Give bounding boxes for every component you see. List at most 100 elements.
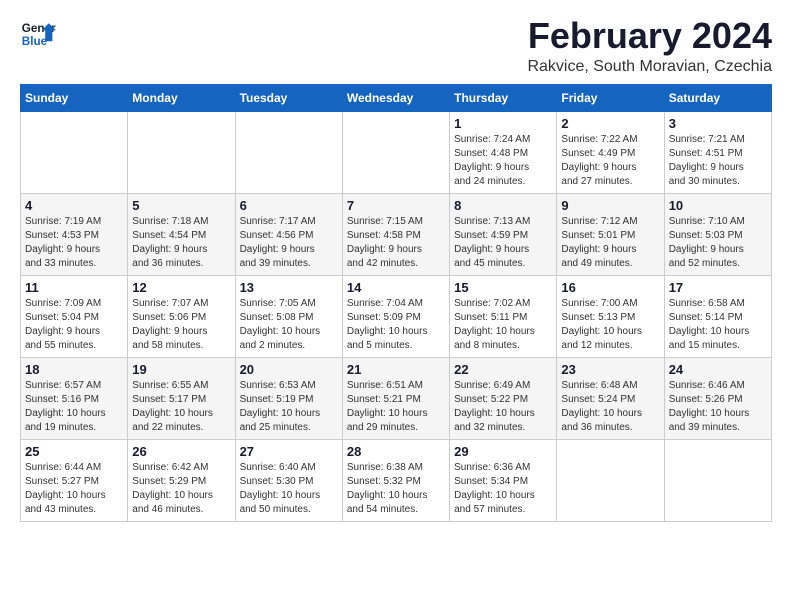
calendar-subtitle: Rakvice, South Moravian, Czechia [527, 58, 772, 76]
day-info: Sunrise: 6:46 AM Sunset: 5:26 PM Dayligh… [669, 379, 767, 435]
weekday-header: Thursday [450, 84, 557, 111]
day-info: Sunrise: 6:55 AM Sunset: 5:17 PM Dayligh… [132, 379, 230, 435]
calendar-cell: 7 Sunrise: 7:15 AM Sunset: 4:58 PM Daylig… [342, 193, 449, 275]
day-number: 10 [669, 198, 767, 213]
day-number: 13 [240, 280, 338, 295]
day-number: 25 [25, 444, 123, 459]
day-info: Sunrise: 6:51 AM Sunset: 5:21 PM Dayligh… [347, 379, 445, 435]
calendar-cell [235, 111, 342, 193]
calendar-cell [21, 111, 128, 193]
day-number: 20 [240, 362, 338, 377]
day-info: Sunrise: 6:38 AM Sunset: 5:32 PM Dayligh… [347, 461, 445, 517]
calendar-cell: 9 Sunrise: 7:12 AM Sunset: 5:01 PM Daylig… [557, 193, 664, 275]
day-number: 21 [347, 362, 445, 377]
day-info: Sunrise: 7:02 AM Sunset: 5:11 PM Dayligh… [454, 297, 552, 353]
weekday-header: Sunday [21, 84, 128, 111]
day-info: Sunrise: 6:36 AM Sunset: 5:34 PM Dayligh… [454, 461, 552, 517]
day-number: 27 [240, 444, 338, 459]
calendar-cell: 17 Sunrise: 6:58 AM Sunset: 5:14 PM Dayli… [664, 275, 771, 357]
day-number: 16 [561, 280, 659, 295]
calendar-cell: 4 Sunrise: 7:19 AM Sunset: 4:53 PM Daylig… [21, 193, 128, 275]
day-info: Sunrise: 7:24 AM Sunset: 4:48 PM Dayligh… [454, 133, 552, 189]
calendar-cell: 12Sunrise: 7:07 AM Sunset: 5:06 PM Dayli… [128, 275, 235, 357]
calendar-cell: 25 Sunrise: 6:44 AM Sunset: 5:27 PM Dayli… [21, 439, 128, 521]
day-info: Sunrise: 7:10 AM Sunset: 5:03 PM Dayligh… [669, 215, 767, 271]
calendar-cell: 26Sunrise: 6:42 AM Sunset: 5:29 PM Dayli… [128, 439, 235, 521]
day-info: Sunrise: 6:58 AM Sunset: 5:14 PM Dayligh… [669, 297, 767, 353]
day-info: Sunrise: 7:07 AM Sunset: 5:06 PM Dayligh… [132, 297, 230, 353]
day-info: Sunrise: 6:57 AM Sunset: 5:16 PM Dayligh… [25, 379, 123, 435]
calendar-cell: 8 Sunrise: 7:13 AM Sunset: 4:59 PM Daylig… [450, 193, 557, 275]
day-number: 7 [347, 198, 445, 213]
calendar-week-row: 1 Sunrise: 7:24 AM Sunset: 4:48 PM Daylig… [21, 111, 772, 193]
day-info: Sunrise: 6:53 AM Sunset: 5:19 PM Dayligh… [240, 379, 338, 435]
weekday-header: Monday [128, 84, 235, 111]
calendar-week-row: 25 Sunrise: 6:44 AM Sunset: 5:27 PM Dayli… [21, 439, 772, 521]
day-number: 5 [132, 198, 230, 213]
calendar-week-row: 11 Sunrise: 7:09 AM Sunset: 5:04 PM Dayli… [21, 275, 772, 357]
day-info: Sunrise: 7:15 AM Sunset: 4:58 PM Dayligh… [347, 215, 445, 271]
calendar-cell: 3 Sunrise: 7:21 AM Sunset: 4:51 PM Daylig… [664, 111, 771, 193]
calendar-cell: 10 Sunrise: 7:10 AM Sunset: 5:03 PM Dayli… [664, 193, 771, 275]
day-info: Sunrise: 7:00 AM Sunset: 5:13 PM Dayligh… [561, 297, 659, 353]
calendar-cell: 20 Sunrise: 6:53 AM Sunset: 5:19 PM Dayli… [235, 357, 342, 439]
calendar-cell: 11 Sunrise: 7:09 AM Sunset: 5:04 PM Dayli… [21, 275, 128, 357]
day-info: Sunrise: 6:48 AM Sunset: 5:24 PM Dayligh… [561, 379, 659, 435]
day-number: 6 [240, 198, 338, 213]
day-info: Sunrise: 7:12 AM Sunset: 5:01 PM Dayligh… [561, 215, 659, 271]
calendar-cell: 1 Sunrise: 7:24 AM Sunset: 4:48 PM Daylig… [450, 111, 557, 193]
calendar-title: February 2024 [527, 16, 772, 56]
day-number: 23 [561, 362, 659, 377]
day-number: 28 [347, 444, 445, 459]
calendar-cell: 21 Sunrise: 6:51 AM Sunset: 5:21 PM Dayli… [342, 357, 449, 439]
weekday-header: Saturday [664, 84, 771, 111]
calendar-cell [128, 111, 235, 193]
calendar-table: SundayMondayTuesdayWednesdayThursdayFrid… [20, 84, 772, 522]
day-info: Sunrise: 7:09 AM Sunset: 5:04 PM Dayligh… [25, 297, 123, 353]
day-number: 14 [347, 280, 445, 295]
day-info: Sunrise: 7:21 AM Sunset: 4:51 PM Dayligh… [669, 133, 767, 189]
calendar-cell: 14 Sunrise: 7:04 AM Sunset: 5:09 PM Dayli… [342, 275, 449, 357]
day-number: 11 [25, 280, 123, 295]
day-info: Sunrise: 7:13 AM Sunset: 4:59 PM Dayligh… [454, 215, 552, 271]
weekday-header: Wednesday [342, 84, 449, 111]
calendar-cell: 5Sunrise: 7:18 AM Sunset: 4:54 PM Daylig… [128, 193, 235, 275]
calendar-cell [557, 439, 664, 521]
title-block: February 2024 Rakvice, South Moravian, C… [527, 16, 772, 76]
calendar-cell: 29Sunrise: 6:36 AM Sunset: 5:34 PM Dayli… [450, 439, 557, 521]
logo-icon: General Blue [20, 16, 56, 52]
calendar-week-row: 4 Sunrise: 7:19 AM Sunset: 4:53 PM Daylig… [21, 193, 772, 275]
day-info: Sunrise: 7:05 AM Sunset: 5:08 PM Dayligh… [240, 297, 338, 353]
day-info: Sunrise: 7:22 AM Sunset: 4:49 PM Dayligh… [561, 133, 659, 189]
calendar-cell [664, 439, 771, 521]
day-info: Sunrise: 6:42 AM Sunset: 5:29 PM Dayligh… [132, 461, 230, 517]
calendar-cell: 15 Sunrise: 7:02 AM Sunset: 5:11 PM Dayli… [450, 275, 557, 357]
header: General Blue February 2024 Rakvice, Sout… [20, 16, 772, 76]
day-number: 8 [454, 198, 552, 213]
day-info: Sunrise: 6:49 AM Sunset: 5:22 PM Dayligh… [454, 379, 552, 435]
day-number: 2 [561, 116, 659, 131]
day-number: 4 [25, 198, 123, 213]
calendar-cell: 28 Sunrise: 6:38 AM Sunset: 5:32 PM Dayli… [342, 439, 449, 521]
day-info: Sunrise: 7:04 AM Sunset: 5:09 PM Dayligh… [347, 297, 445, 353]
calendar-cell: 27 Sunrise: 6:40 AM Sunset: 5:30 PM Dayli… [235, 439, 342, 521]
day-number: 9 [561, 198, 659, 213]
calendar-cell: 23 Sunrise: 6:48 AM Sunset: 5:24 PM Dayli… [557, 357, 664, 439]
day-info: Sunrise: 7:19 AM Sunset: 4:53 PM Dayligh… [25, 215, 123, 271]
day-number: 18 [25, 362, 123, 377]
calendar-cell: 6Sunrise: 7:17 AM Sunset: 4:56 PM Daylig… [235, 193, 342, 275]
calendar-cell: 18 Sunrise: 6:57 AM Sunset: 5:16 PM Dayli… [21, 357, 128, 439]
calendar-cell: 22 Sunrise: 6:49 AM Sunset: 5:22 PM Dayli… [450, 357, 557, 439]
day-number: 3 [669, 116, 767, 131]
weekday-header: Friday [557, 84, 664, 111]
calendar-cell: 19Sunrise: 6:55 AM Sunset: 5:17 PM Dayli… [128, 357, 235, 439]
day-number: 1 [454, 116, 552, 131]
calendar-cell: 2 Sunrise: 7:22 AM Sunset: 4:49 PM Daylig… [557, 111, 664, 193]
calendar-cell: 13 Sunrise: 7:05 AM Sunset: 5:08 PM Dayli… [235, 275, 342, 357]
day-number: 17 [669, 280, 767, 295]
header-row: SundayMondayTuesdayWednesdayThursdayFrid… [21, 84, 772, 111]
day-info: Sunrise: 6:40 AM Sunset: 5:30 PM Dayligh… [240, 461, 338, 517]
day-number: 15 [454, 280, 552, 295]
day-number: 22 [454, 362, 552, 377]
day-info: Sunrise: 6:44 AM Sunset: 5:27 PM Dayligh… [25, 461, 123, 517]
